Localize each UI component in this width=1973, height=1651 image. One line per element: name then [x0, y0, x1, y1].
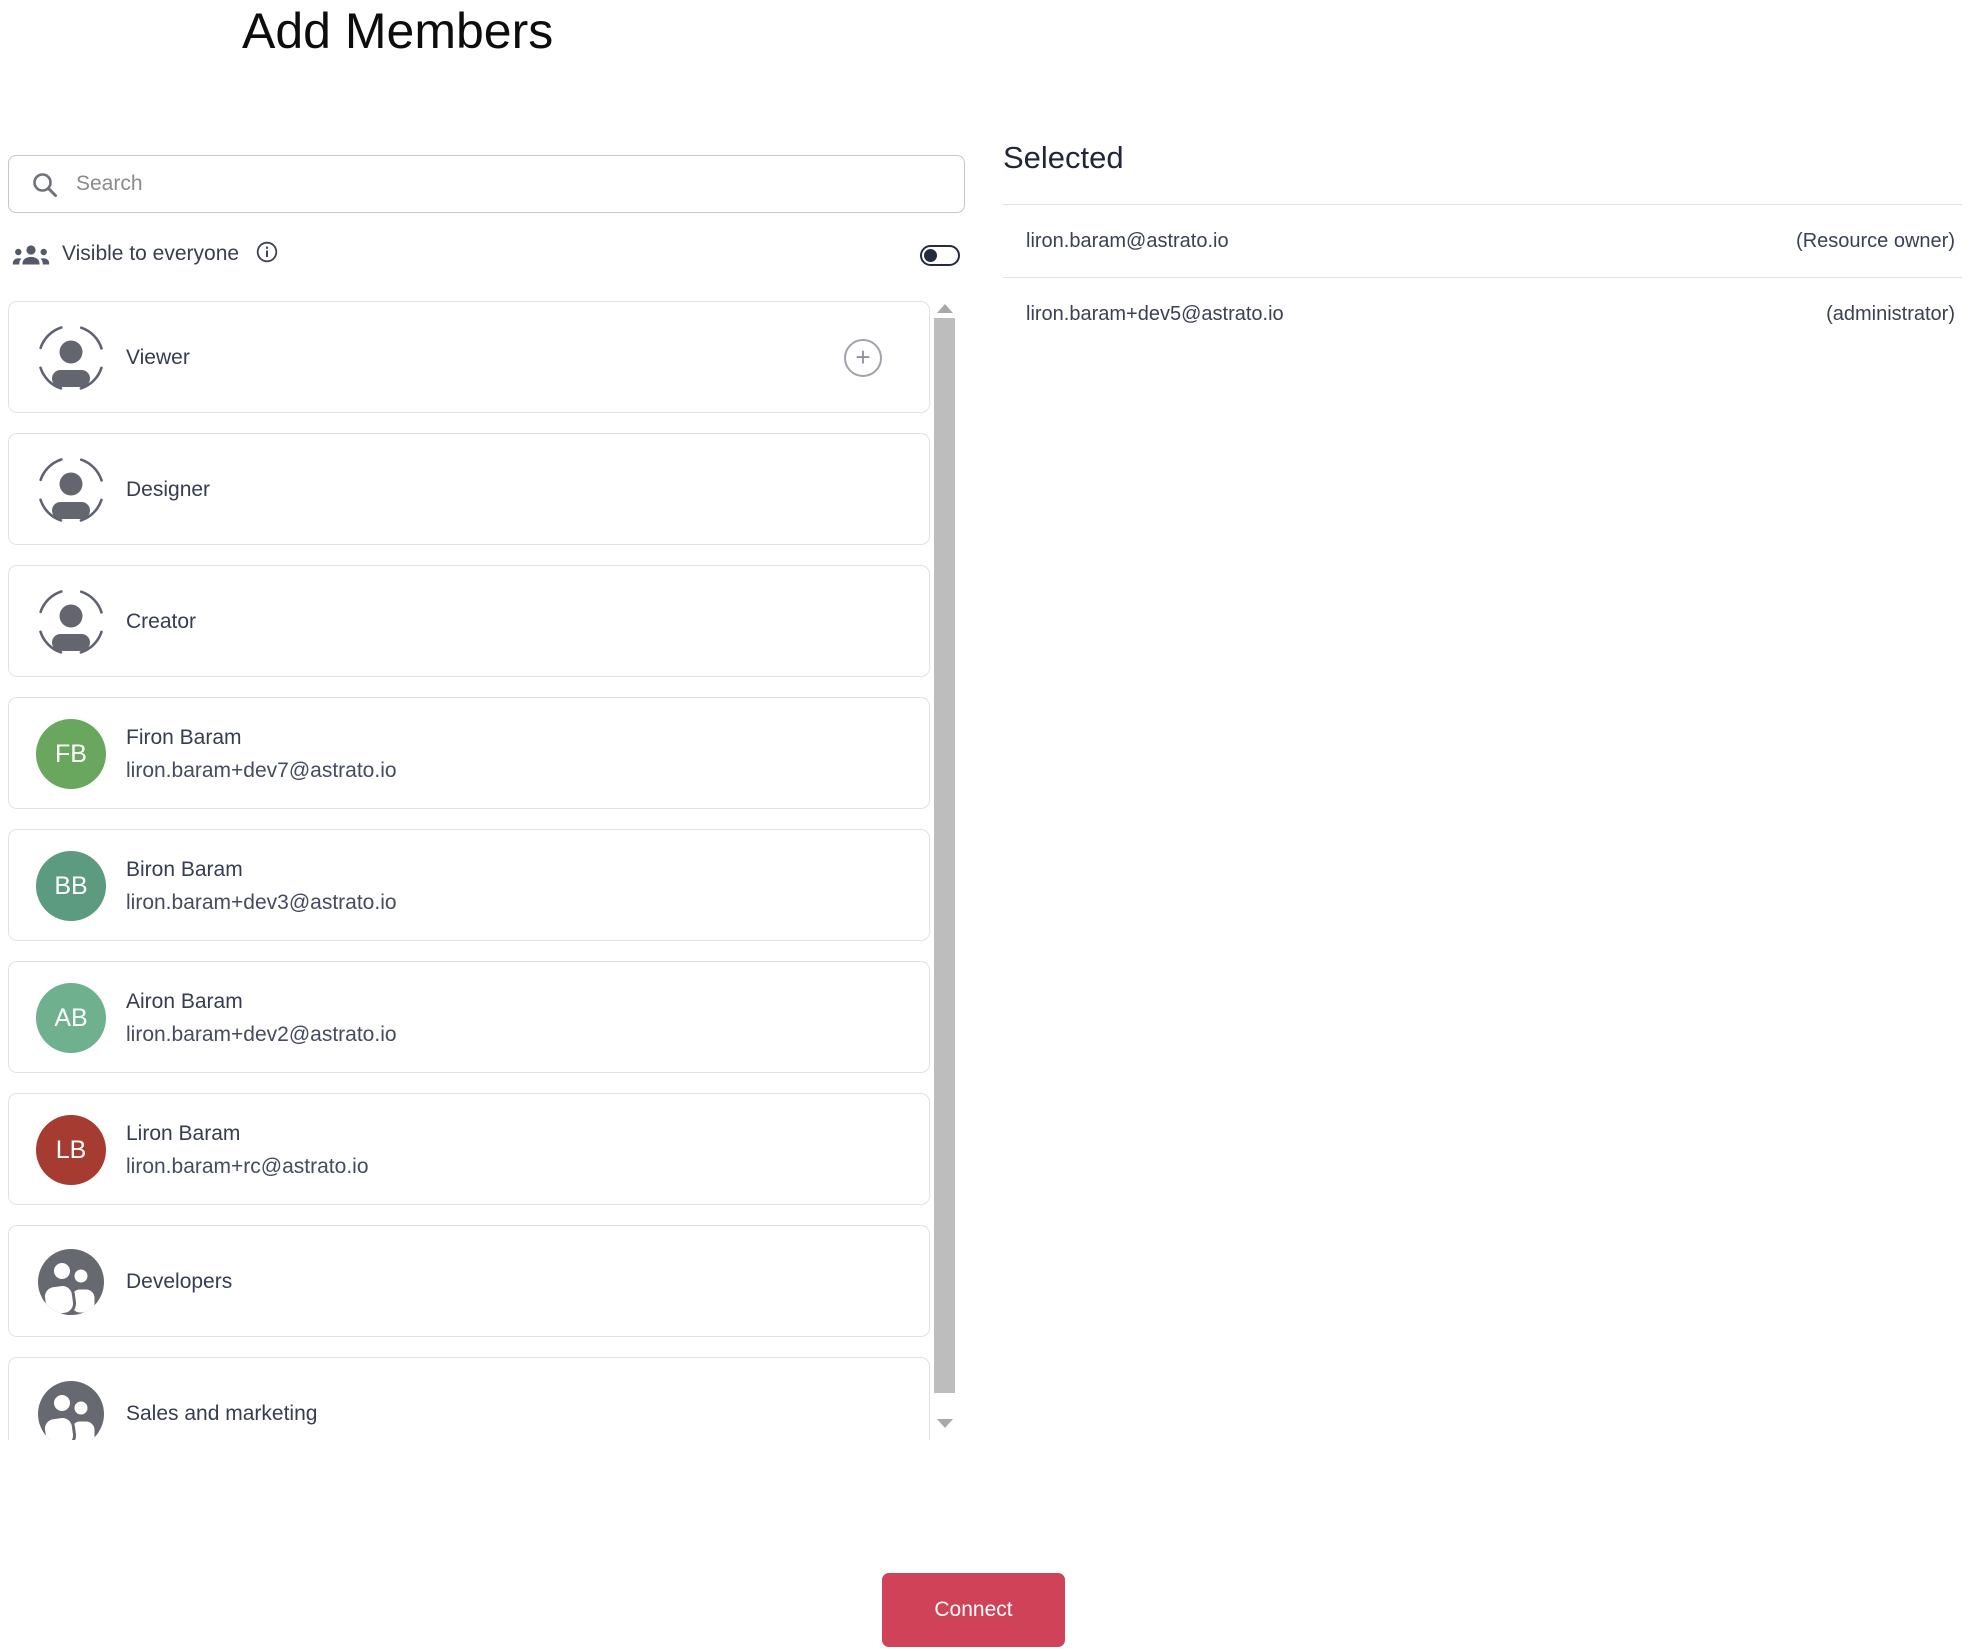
search-box [8, 155, 965, 213]
role-name: Creator [126, 610, 197, 633]
visibility-toggle[interactable] [920, 245, 960, 266]
groups-icon [12, 245, 50, 265]
user-avatar: FB [36, 719, 106, 789]
selected-member-role: (Resource owner) [1796, 229, 1955, 252]
scrollbar-up-arrow[interactable] [937, 304, 953, 313]
member-card-role[interactable]: Creator [8, 565, 930, 677]
role-name: Viewer [126, 346, 190, 369]
page-title: Add Members [242, 3, 554, 59]
member-card-user[interactable]: BB Biron Baram liron.baram+dev3@astrato.… [8, 829, 930, 941]
role-name: Designer [126, 478, 211, 501]
group-icon [36, 1247, 106, 1317]
info-icon[interactable] [256, 241, 278, 263]
member-card-group[interactable]: Sales and marketing [8, 1357, 930, 1440]
add-members-dialog: Add Members Visible to everyone [0, 0, 1973, 1651]
user-name: Airon Baram [126, 990, 243, 1013]
user-email: liron.baram+dev3@astrato.io [126, 891, 397, 914]
selected-member-email: liron.baram@astrato.io [1026, 229, 1229, 252]
user-avatar: BB [36, 851, 106, 921]
user-email: liron.baram+rc@astrato.io [126, 1155, 369, 1178]
member-card-role[interactable]: Viewer + [8, 301, 930, 413]
member-list: Viewer + Designer Creator FB Firon Baram [8, 301, 957, 1440]
scrollbar-thumb[interactable] [934, 318, 955, 1393]
search-icon [33, 172, 57, 197]
selected-member-row: liron.baram+dev5@astrato.io (administrat… [1003, 277, 1962, 350]
member-card-user[interactable]: FB Firon Baram liron.baram+dev7@astrato.… [8, 697, 930, 809]
group-name: Sales and marketing [126, 1402, 318, 1425]
role-person-icon [36, 323, 106, 393]
member-card-role[interactable]: Designer [8, 433, 930, 545]
role-person-icon [36, 587, 106, 657]
user-name: Biron Baram [126, 858, 243, 881]
group-icon [36, 1379, 106, 1440]
visibility-row: Visible to everyone [0, 238, 965, 274]
member-card-user[interactable]: LB Liron Baram liron.baram+rc@astrato.io [8, 1093, 930, 1205]
selected-member-role: (administrator) [1826, 302, 1955, 325]
role-person-icon [36, 455, 106, 525]
selected-member-email: liron.baram+dev5@astrato.io [1026, 302, 1284, 325]
selected-panel: Selected liron.baram@astrato.io (Resourc… [1003, 140, 1962, 350]
scrollbar-down-arrow[interactable] [937, 1419, 953, 1428]
connect-button[interactable]: Connect [882, 1573, 1065, 1647]
group-name: Developers [126, 1270, 233, 1293]
user-name: Liron Baram [126, 1122, 241, 1145]
selected-heading: Selected [1003, 140, 1124, 175]
user-email: liron.baram+dev2@astrato.io [126, 1023, 397, 1046]
add-role-button[interactable]: + [844, 339, 882, 377]
visibility-label: Visible to everyone [62, 242, 240, 265]
search-input[interactable] [76, 172, 950, 196]
selected-member-row: liron.baram@astrato.io (Resource owner) [1003, 204, 1962, 277]
user-name: Firon Baram [126, 726, 242, 749]
member-card-group[interactable]: Developers [8, 1225, 930, 1337]
member-list-scrollbar [932, 301, 957, 1440]
user-avatar: AB [36, 983, 106, 1053]
member-card-user[interactable]: AB Airon Baram liron.baram+dev2@astrato.… [8, 961, 930, 1073]
toggle-knob [924, 249, 937, 262]
user-avatar: LB [36, 1115, 106, 1185]
user-email: liron.baram+dev7@astrato.io [126, 759, 397, 782]
